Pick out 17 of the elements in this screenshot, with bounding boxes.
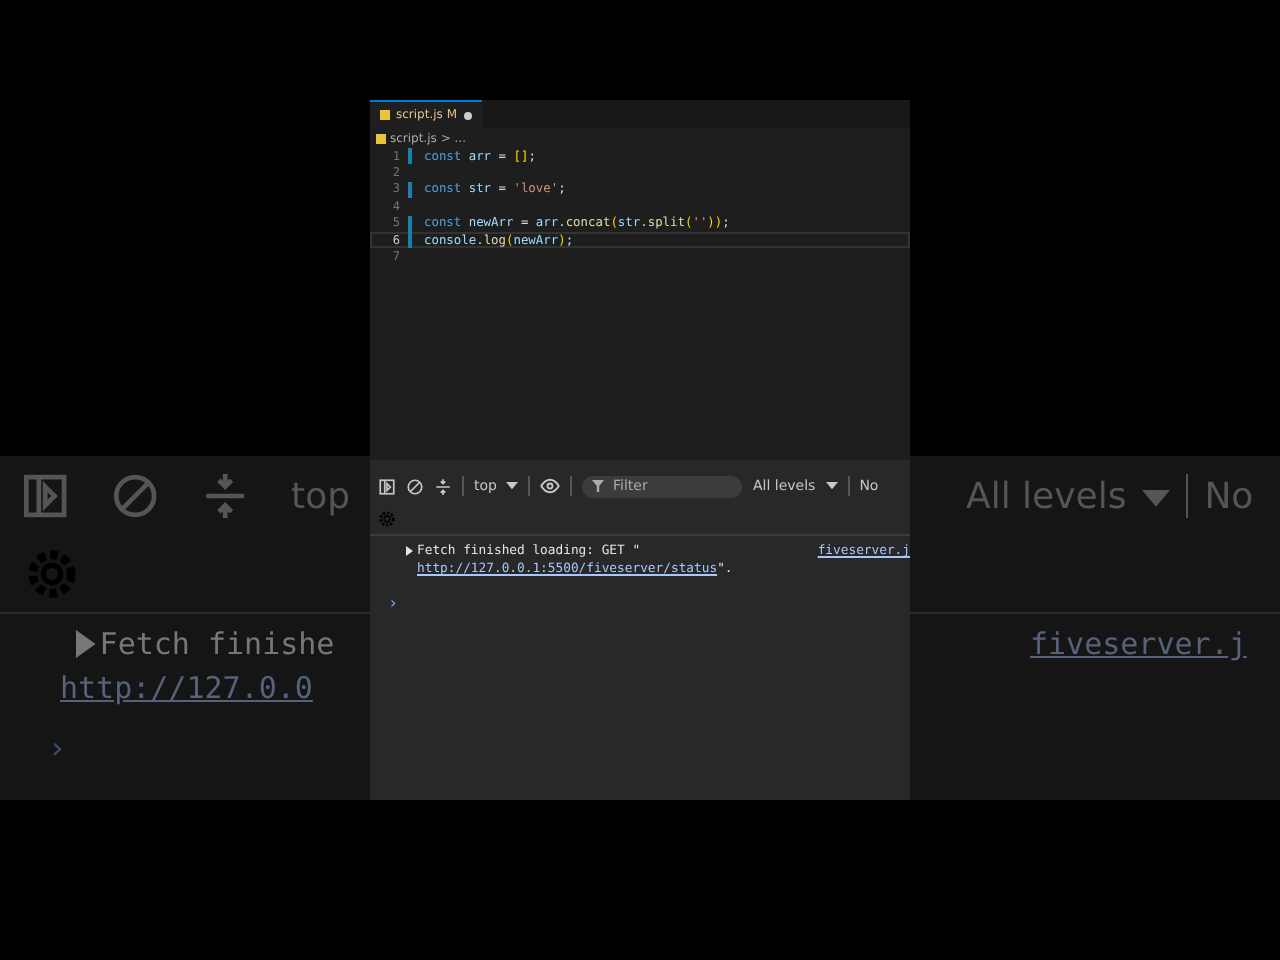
js-file-icon <box>376 133 386 143</box>
prompt-caret: › <box>390 594 397 612</box>
sidebar-icon[interactable] <box>378 477 396 495</box>
prompt-caret: › <box>48 730 67 766</box>
context-label: top <box>291 475 351 517</box>
issues-label: No <box>1204 475 1254 517</box>
caret-icon <box>1142 490 1171 507</box>
log-message: Fetch finishe <box>99 626 335 662</box>
js-file-icon <box>380 110 390 120</box>
collapse-icon[interactable] <box>434 477 452 495</box>
eye-icon[interactable] <box>540 476 561 496</box>
expand-triangle-icon[interactable] <box>406 546 413 556</box>
filter-icon <box>592 480 605 492</box>
clear-icon[interactable] <box>406 477 424 495</box>
caret-icon <box>825 482 838 490</box>
levels-label: All levels <box>966 475 1127 517</box>
caret-icon <box>506 482 519 490</box>
